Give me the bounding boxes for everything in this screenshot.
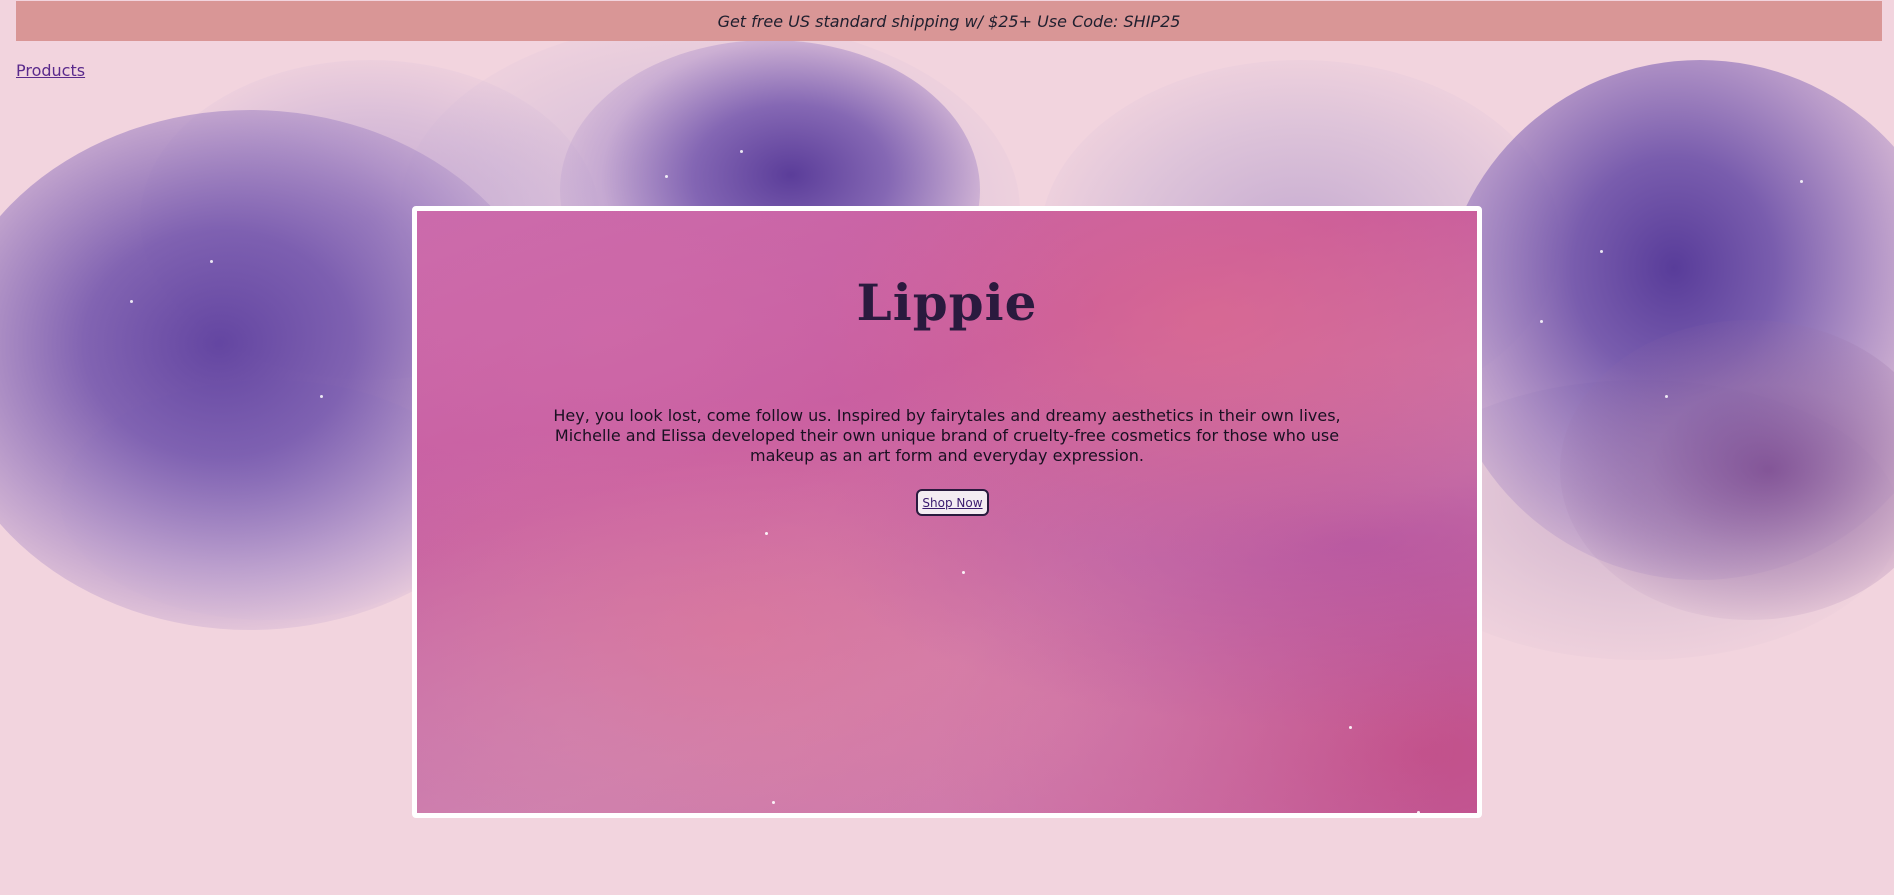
hero-title: Lippie — [856, 273, 1038, 332]
main-nav: Products — [16, 61, 85, 80]
announcement-bar: Get free US standard shipping w/ $25+ Us… — [16, 1, 1882, 41]
announcement-text: Get free US standard shipping w/ $25+ Us… — [717, 11, 1181, 31]
nav-link-products[interactable]: Products — [16, 61, 85, 80]
hero-description: Hey, you look lost, come follow us. Insp… — [553, 406, 1341, 465]
shop-now-button[interactable]: Shop Now — [916, 489, 989, 516]
hero-card: Lippie Hey, you look lost, come follow u… — [412, 206, 1482, 818]
